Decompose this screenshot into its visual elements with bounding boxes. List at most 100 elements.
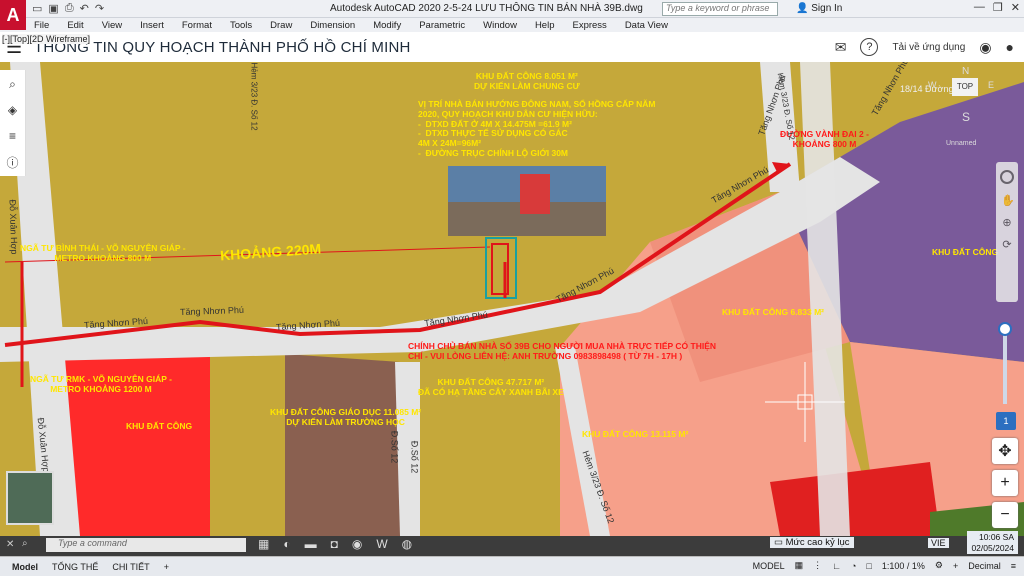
model-space-toggle[interactable]: MODEL [753,561,785,571]
layers-icon[interactable]: ◈ [5,102,21,118]
menu-tools[interactable]: Tools [230,20,252,31]
folder-icon[interactable]: ▬ [305,537,317,551]
menu-file[interactable]: File [34,20,49,31]
view-cube-top[interactable]: TOP [952,78,978,96]
zoom-out-button[interactable]: − [992,502,1018,528]
quality-indicator[interactable]: ▭ Mức cao kỷ lục [770,537,854,548]
map-controls: ✥ + − [992,438,1018,528]
view-cube[interactable]: TOP N S W E [926,66,1006,130]
tab-tong-the[interactable]: TỔNG THỂ [52,562,98,572]
label-dat-cong-right: KHU ĐẤT CÔNG [932,247,999,257]
pan-icon[interactable]: ✋ [1001,194,1015,207]
compass-n[interactable]: N [962,66,969,77]
menu-express[interactable]: Express [572,20,606,31]
restore-icon[interactable]: ❐ [993,1,1003,14]
undo-icon[interactable]: ↶ [80,2,89,15]
polar-icon[interactable]: ◔ [851,561,856,571]
menu-dimension[interactable]: Dimension [310,20,355,31]
zoom-in-button[interactable]: + [992,470,1018,496]
units-selector[interactable]: Decimal [968,561,1001,571]
road-label: Đ.Số 12 [389,430,400,464]
redo-icon[interactable]: ↷ [95,2,104,15]
camera-icon[interactable]: ◘ [331,537,338,551]
steering-wheel-icon[interactable] [1000,170,1014,184]
label-dat-cong-47: KHU ĐẤT CÔNG 47.717 M² ĐÃ CÓ HẠ TẦNG CÂY… [418,377,564,397]
snap-icon[interactable]: ⋮ [813,560,822,571]
label-dat-cong-13: KHU ĐẤT CÔNG 13.115 M² [582,429,689,439]
command-input[interactable]: Type a command [46,538,246,552]
menu-modify[interactable]: Modify [373,20,401,31]
minimap-thumbnail[interactable] [6,471,54,525]
label-vi-tri: VỊ TRÍ NHÀ BÁN HƯỚNG ĐÔNG NAM, SỔ HỒNG C… [418,99,656,158]
osnap-icon[interactable]: □ [866,561,871,571]
title-bar: A ▭ ▣ ⎙ ↶ ↷ Autodesk AutoCAD 2020 2-5-24… [0,0,1024,30]
road-label: Đỗ Xuân Hợp [7,199,20,255]
menu-window[interactable]: Window [483,20,517,31]
menu-view[interactable]: View [102,20,122,31]
window-controls: — ❐ ✕ [974,1,1020,14]
close-cmd-icon[interactable]: ✕ [6,539,14,550]
task-view-icon[interactable]: ▦ [258,537,269,551]
sign-in-button[interactable]: 👤 Sign In [796,3,842,14]
locate-icon[interactable]: ✥ [992,438,1018,464]
save-icon[interactable]: ▣ [48,2,58,15]
menu-insert[interactable]: Insert [140,20,164,31]
street-photo-building [520,174,550,214]
plus-icon[interactable]: + [953,561,958,571]
zoom-extents-icon[interactable]: ⊕ [1001,216,1013,229]
autocad-logo-icon[interactable]: A [0,0,26,30]
search-input[interactable]: Type a keyword or phrase [662,2,778,16]
clock-time: 10:06 SA [979,532,1014,542]
status-toggles: MODEL ▦ ⋮ ∟ ◔ □ 1:100 / 1% ⚙ + Decimal ≡ [753,560,1016,571]
tab-chi-tiet[interactable]: CHI TIẾT [112,562,149,572]
add-layout-button[interactable]: + [164,562,169,572]
zoom-slider[interactable] [998,322,1012,404]
open-icon[interactable]: ▭ [32,2,42,15]
gear-icon[interactable]: ⚙ [935,560,943,571]
menu-parametric[interactable]: Parametric [419,20,465,31]
menu-format[interactable]: Format [182,20,212,31]
system-clock[interactable]: 10:06 SA 02/05/2024 [967,531,1018,555]
app-icon[interactable]: ◍ [402,537,412,551]
orbit-icon[interactable]: ⟳ [1001,238,1013,251]
info-icon[interactable]: ⓘ [5,154,21,170]
search-icon[interactable]: ⌕ [5,76,21,92]
compass-w[interactable]: W [928,80,937,90]
menu-help[interactable]: Help [535,20,555,31]
word-icon[interactable]: W [376,537,387,551]
tab-model[interactable]: Model [12,562,38,572]
help-icon[interactable]: ? [860,38,879,56]
close-icon[interactable]: ✕ [1011,1,1020,14]
map-canvas[interactable]: KHOẢNG 220M KHU ĐẤT CÔNG 8.051 M² DỰ KIẾ… [0,62,1024,536]
menu-draw[interactable]: Draw [270,20,292,31]
taskbar-apps: ▦ ◐ ▬ ◘ ◉ W ◍ [258,537,412,551]
user-icon: 👤 [796,3,809,14]
road-label: Đ.Số 12 [409,440,420,474]
annotation-scale[interactable]: 1:100 / 1% [882,561,925,571]
menu-data-view[interactable]: Data View [625,20,668,31]
planning-banner: ☰ THÔNG TIN QUY HOẠCH THÀNH PHỐ HỒ CHÍ M… [0,32,1024,62]
house-parcel [485,237,517,299]
print-icon[interactable]: ⎙ [65,2,74,15]
browser-icon[interactable]: ◐ [283,537,290,551]
minimize-icon[interactable]: — [974,1,985,14]
language-indicator[interactable]: VIE [928,538,949,548]
zoom-slider-handle[interactable] [998,322,1012,336]
road-label: Unnamed [946,140,977,147]
label-giao-duc: KHU ĐẤT CÔNG GIÁO DỤC 11.085 M² DỰ KIẾN … [270,407,422,427]
compass-e[interactable]: E [988,80,994,90]
mail-icon[interactable]: ✉ [835,39,847,56]
zoom-level-badge[interactable]: 1 [996,412,1016,430]
chrome-icon[interactable]: ◉ [352,537,362,551]
android-icon[interactable]: ◉ [979,39,991,56]
grid-icon[interactable]: ▦ [795,560,804,571]
menu-edit[interactable]: Edit [67,20,83,31]
download-app-link[interactable]: Tải về ứng dụng [892,42,965,53]
viewport-label[interactable]: [-][Top][2D Wireframe] [2,34,91,44]
compass-s[interactable]: S [962,110,970,124]
list-icon[interactable]: ≡ [5,128,21,144]
cmd-search-icon: ⌕ [22,538,28,549]
ortho-icon[interactable]: ∟ [832,561,841,571]
apple-icon[interactable]: ● [1006,39,1014,55]
customize-icon[interactable]: ≡ [1011,561,1016,571]
